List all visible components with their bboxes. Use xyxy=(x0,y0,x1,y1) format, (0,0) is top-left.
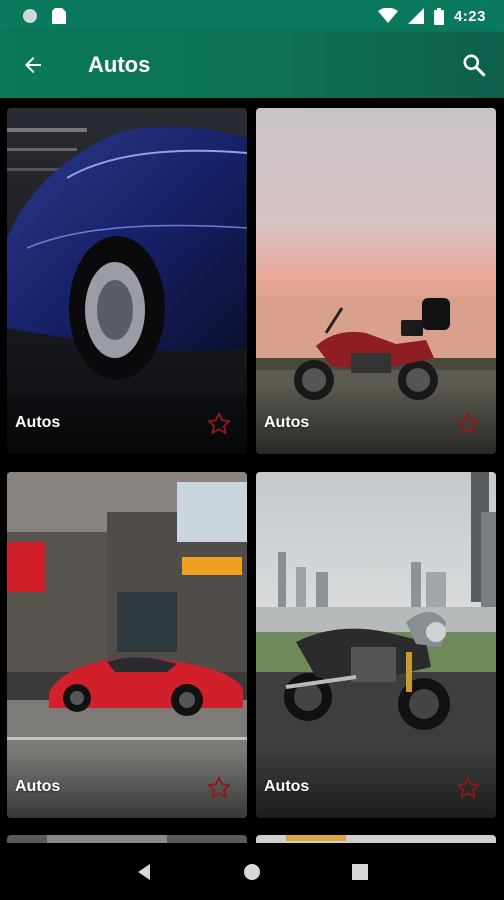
nav-home-button[interactable] xyxy=(232,852,272,892)
grid-card[interactable] xyxy=(256,835,496,843)
card-label: Autos xyxy=(264,414,310,431)
page-title: Autos xyxy=(88,52,151,77)
card-label: Autos xyxy=(15,778,61,795)
favorite-button[interactable] xyxy=(454,774,482,802)
card-image-partial xyxy=(256,835,496,843)
status-bar: 4:23 xyxy=(0,0,504,32)
nav-back-button[interactable] xyxy=(124,852,164,892)
card-image-partial xyxy=(7,835,247,843)
card-label: Autos xyxy=(264,778,310,795)
circle-notification-icon xyxy=(23,9,37,23)
system-nav-bar xyxy=(0,843,504,900)
grid-card[interactable]: Autos xyxy=(7,472,247,818)
back-button[interactable] xyxy=(18,50,48,80)
arrow-left-icon xyxy=(25,57,41,73)
status-time: 4:23 xyxy=(453,7,486,25)
wifi-icon xyxy=(377,8,398,23)
star-outline-icon xyxy=(456,776,480,798)
search-icon xyxy=(463,54,486,77)
nav-home-icon xyxy=(244,863,260,880)
grid-card[interactable]: Autos xyxy=(7,108,247,454)
nav-back-icon xyxy=(138,863,150,880)
grid-card[interactable] xyxy=(7,835,247,843)
status-right: 4:23 xyxy=(377,7,486,25)
app-bar: Autos xyxy=(0,32,504,98)
star-outline-icon xyxy=(207,776,231,798)
search-button[interactable] xyxy=(458,49,490,81)
sim-card-icon xyxy=(52,8,66,24)
star-outline-icon xyxy=(456,412,480,434)
favorite-button[interactable] xyxy=(454,410,482,438)
battery-icon xyxy=(433,7,444,25)
cell-signal-icon xyxy=(407,8,424,24)
wallpaper-grid: Autos Autos Autos Autos xyxy=(0,98,504,843)
nav-recents-button[interactable] xyxy=(340,852,380,892)
favorite-button[interactable] xyxy=(205,410,233,438)
favorite-button[interactable] xyxy=(205,774,233,802)
grid-card[interactable]: Autos xyxy=(256,108,496,454)
card-label: Autos xyxy=(15,414,61,431)
grid-card[interactable]: Autos xyxy=(256,472,496,818)
status-left xyxy=(22,8,66,24)
star-outline-icon xyxy=(207,412,231,434)
nav-recents-icon xyxy=(352,863,368,880)
